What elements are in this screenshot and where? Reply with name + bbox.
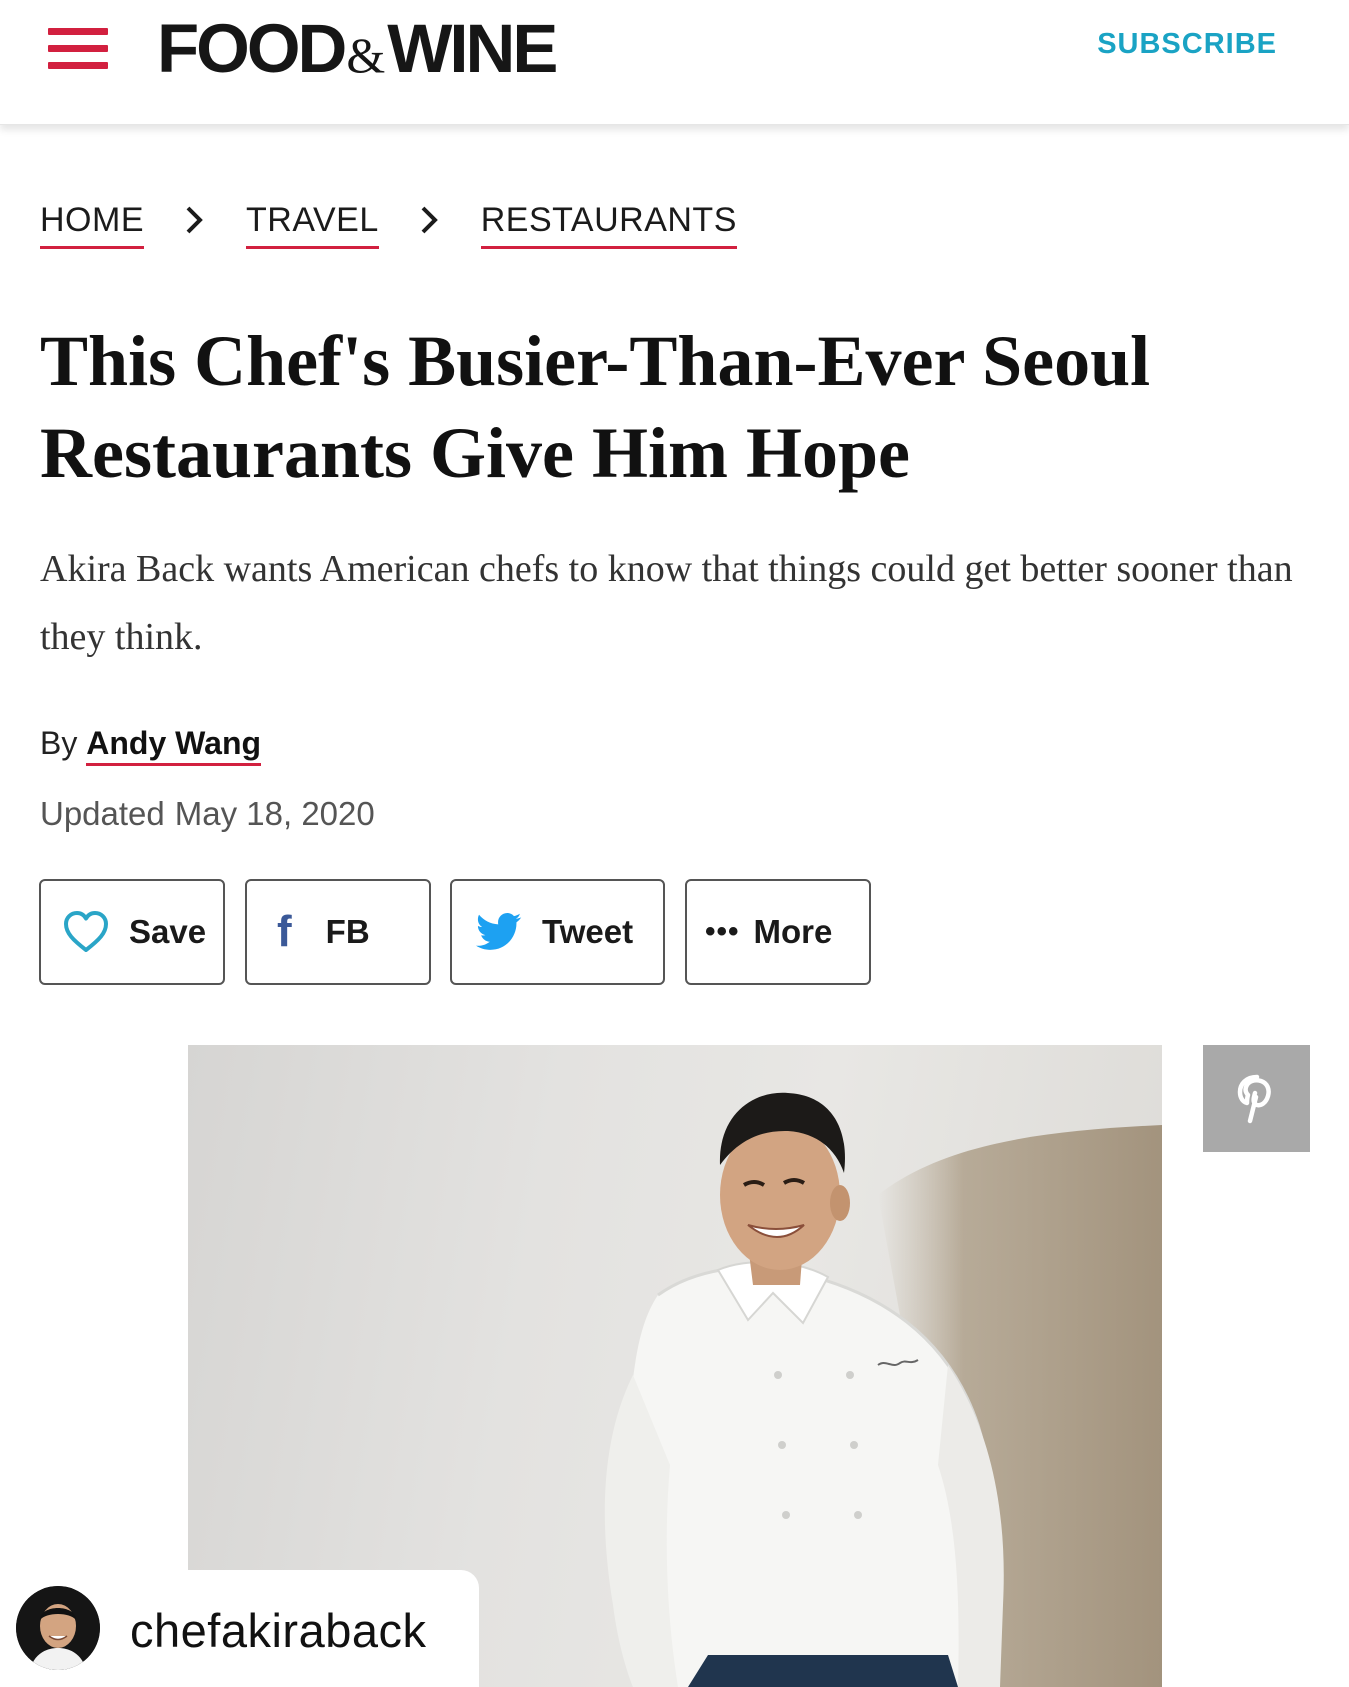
- chevron-right-icon: [399, 200, 459, 240]
- logo-wine: WINE: [387, 10, 558, 87]
- tweet-label: Tweet: [542, 913, 634, 950]
- pinterest-icon: [1237, 1074, 1271, 1123]
- byline-prefix: By: [40, 725, 78, 761]
- more-label: More: [753, 913, 833, 950]
- author-link[interactable]: Andy Wang: [86, 725, 262, 766]
- breadcrumb: HOME TRAVEL RESTAURANTS: [40, 200, 737, 252]
- logo-food: FOOD: [157, 10, 347, 87]
- chevron-right-icon: [164, 200, 224, 240]
- more-dots-icon: •••: [705, 915, 740, 948]
- article-dek: Akira Back wants American chefs to know …: [40, 548, 1293, 658]
- logo-ampersand: &: [346, 27, 386, 83]
- subscribe-link[interactable]: SUBSCRIBE: [1097, 28, 1277, 61]
- menu-icon[interactable]: [48, 25, 108, 71]
- facebook-share-button[interactable]: f FB: [245, 879, 431, 985]
- heart-icon: [64, 911, 108, 952]
- byline: By Andy Wang: [40, 725, 262, 766]
- pinterest-save-button[interactable]: [1203, 1045, 1310, 1152]
- updated-date: Updated May 18, 2020: [40, 795, 375, 833]
- breadcrumb-restaurants[interactable]: RESTAURANTS: [480, 200, 737, 249]
- breadcrumb-travel[interactable]: TRAVEL: [246, 200, 379, 249]
- breadcrumb-home[interactable]: HOME: [40, 200, 144, 249]
- updated-value: May 18, 2020: [174, 795, 375, 832]
- instagram-handle[interactable]: chefakiraback: [130, 1603, 427, 1658]
- facebook-icon: f: [277, 907, 292, 956]
- twitter-bird-icon: [476, 913, 522, 950]
- article-title: This Chef's Busier-Than-Ever Seoul Resta…: [40, 321, 1151, 493]
- more-share-button[interactable]: ••• More: [685, 879, 871, 985]
- tweet-button[interactable]: Tweet: [450, 879, 665, 985]
- avatar[interactable]: [16, 1586, 100, 1670]
- fb-label: FB: [325, 913, 370, 950]
- site-logo[interactable]: FOOD&WINE: [157, 14, 558, 84]
- save-label: Save: [129, 913, 207, 950]
- site-header: FOOD&WINE SUBSCRIBE: [0, 0, 1349, 125]
- updated-label: Updated: [40, 795, 165, 832]
- save-button[interactable]: Save: [39, 879, 225, 985]
